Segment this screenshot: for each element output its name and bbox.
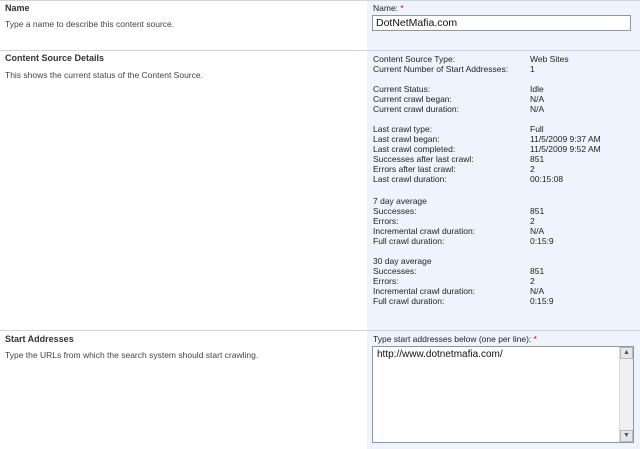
detail-row: Current Number of Start Addresses: 1: [373, 64, 633, 75]
detail-row: Full crawl duration: 0:15:9: [373, 296, 633, 307]
detail-label: Full crawl duration:: [373, 236, 445, 246]
name-field-label-wrap: Name: *: [373, 3, 404, 13]
detail-row: Current crawl duration: N/A: [373, 104, 633, 115]
name-input[interactable]: DotNetMafia.com: [372, 15, 631, 31]
scroll-up-icon[interactable]: ▲: [620, 347, 633, 359]
start-field-label-wrap: Type start addresses below (one per line…: [373, 334, 537, 344]
details-section-description: This shows the current status of the Con…: [5, 70, 203, 80]
detail-value: N/A: [530, 104, 545, 114]
detail-value: 1: [530, 64, 535, 74]
content-source-page: Name Type a name to describe this conten…: [0, 0, 640, 449]
details-section-title: Content Source Details: [5, 53, 105, 63]
scroll-down-icon[interactable]: ▼: [620, 430, 633, 442]
detail-label: Last crawl duration:: [373, 174, 447, 184]
start-section-description: Type the URLs from which the search syst…: [5, 350, 259, 360]
start-field-label: Type start addresses below (one per line…: [373, 334, 532, 344]
detail-label: Full crawl duration:: [373, 296, 445, 306]
name-field-label: Name:: [373, 3, 399, 13]
section-separator: [0, 0, 640, 1]
detail-row: Last crawl duration: 00:15:08: [373, 174, 633, 185]
detail-label: Current Number of Start Addresses:: [373, 64, 509, 74]
detail-value: 0:15:9: [530, 296, 554, 306]
detail-row: Full crawl duration: 0:15:9: [373, 236, 633, 247]
required-marker: *: [400, 3, 404, 13]
name-section-description: Type a name to describe this content sou…: [5, 19, 175, 29]
start-addresses-textarea[interactable]: http://www.dotnetmafia.com/ ▲ ▼: [372, 346, 634, 443]
detail-value: 00:15:08: [530, 174, 564, 184]
section-separator: [0, 50, 640, 51]
name-section-title: Name: [5, 3, 30, 13]
vertical-scrollbar[interactable]: ▲ ▼: [619, 347, 633, 442]
start-address-text: http://www.dotnetmafia.com/: [377, 349, 503, 360]
start-section-title: Start Addresses: [5, 334, 74, 344]
detail-value: 0:15:9: [530, 236, 554, 246]
detail-label: Current crawl duration:: [373, 104, 459, 114]
section-separator: [0, 330, 640, 331]
required-marker: *: [533, 334, 537, 344]
